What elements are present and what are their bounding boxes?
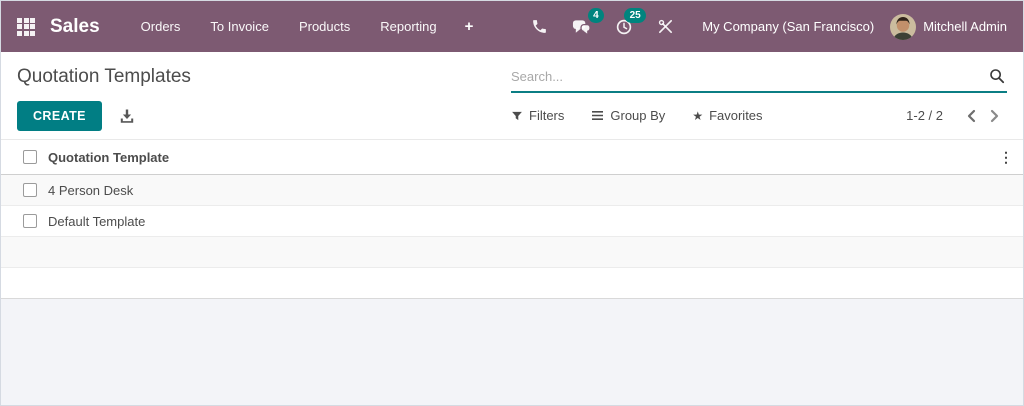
search-options: Filters Group By ★ Favorites 1-2 / 2 — [511, 107, 1007, 125]
user-menu[interactable]: Mitchell Admin — [890, 13, 1007, 40]
activities-clock-icon[interactable]: 25 — [603, 1, 647, 52]
pager-range: 1-2 / 2 — [906, 108, 943, 123]
group-by-button[interactable]: Group By — [591, 108, 665, 123]
favorites-label: Favorites — [709, 108, 763, 123]
page-title: Quotation Templates — [17, 66, 191, 87]
row-name: 4 Person Desk — [48, 182, 134, 198]
tools-icon[interactable] — [645, 1, 686, 52]
top-navbar: Sales Orders To Invoice Products Reporti… — [1, 1, 1023, 52]
nav-item-reporting[interactable]: Reporting — [365, 1, 451, 52]
filter-funnel-icon — [512, 111, 522, 120]
row-checkbox[interactable] — [23, 183, 37, 197]
phone-icon[interactable] — [519, 1, 560, 52]
select-all-checkbox[interactable] — [23, 150, 37, 164]
user-name: Mitchell Admin — [923, 19, 1007, 34]
pager-previous-button[interactable] — [959, 107, 983, 125]
optional-columns-icon[interactable]: ⋮ — [993, 140, 1019, 175]
favorites-button[interactable]: ★ Favorites — [692, 108, 762, 123]
table-row[interactable]: Default Template — [1, 206, 1023, 237]
messages-icon[interactable]: 4 — [560, 1, 605, 52]
table-row-empty — [1, 237, 1023, 268]
table-row[interactable]: 4 Person Desk — [1, 175, 1023, 206]
user-avatar — [890, 13, 917, 40]
control-panel-top: Quotation Templates — [1, 52, 1023, 94]
row-checkbox[interactable] — [23, 214, 37, 228]
search-icon[interactable] — [981, 66, 1007, 86]
search-box — [511, 62, 1007, 93]
pager-next-button[interactable] — [983, 107, 1007, 125]
app-name[interactable]: Sales — [50, 16, 100, 38]
messages-count-badge: 4 — [587, 8, 605, 23]
filters-button[interactable]: Filters — [511, 108, 564, 123]
activities-count-badge: 25 — [624, 8, 647, 23]
row-name: Default Template — [48, 213, 146, 229]
apps-grid-icon[interactable] — [17, 17, 35, 36]
navbar-right: 4 25 My Company (San Francisco) Mitchell… — [519, 1, 1007, 52]
company-switcher[interactable]: My Company (San Francisco) — [702, 19, 874, 34]
filters-label: Filters — [529, 108, 565, 123]
control-panel: Quotation Templates CREATE — [1, 52, 1023, 140]
table-row-empty — [1, 268, 1023, 299]
export-download-icon[interactable] — [119, 108, 135, 124]
create-button[interactable]: CREATE — [17, 100, 102, 131]
nav-item-orders[interactable]: Orders — [126, 1, 196, 52]
star-icon: ★ — [692, 108, 704, 123]
nav-item-to-invoice[interactable]: To Invoice — [195, 1, 284, 52]
nav-plus-button[interactable]: + — [452, 1, 487, 52]
group-by-label: Group By — [610, 108, 666, 123]
quotation-templates-list: Quotation Template ⋮ 4 Person Desk Defau… — [1, 140, 1023, 405]
nav-item-products[interactable]: Products — [284, 1, 365, 52]
page-background — [1, 299, 1023, 405]
pager: 1-2 / 2 — [906, 107, 1007, 125]
control-panel-bottom: CREATE Filters Group By ★ Favorites 1-2 … — [1, 94, 1023, 139]
search-input[interactable] — [511, 68, 981, 84]
list-header-row: Quotation Template ⋮ — [1, 140, 1023, 175]
bars-icon — [592, 111, 604, 120]
column-header-quotation-template[interactable]: Quotation Template — [48, 150, 169, 165]
odoo-window: Sales Orders To Invoice Products Reporti… — [0, 0, 1024, 406]
